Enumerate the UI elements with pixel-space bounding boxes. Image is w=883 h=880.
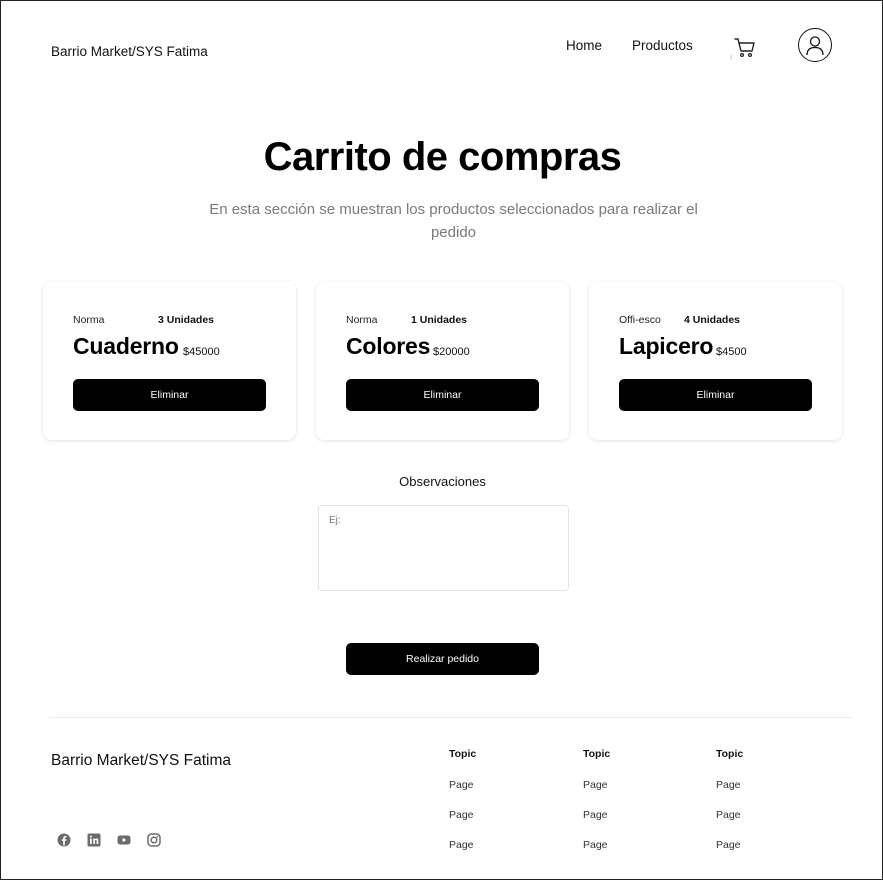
item-price: $20000 <box>433 346 470 358</box>
page-subtitle: En esta sección se muestran los producto… <box>209 201 698 241</box>
footer-topic: Topic <box>716 748 744 760</box>
observations-label: Observaciones <box>399 474 486 489</box>
footer-page-link[interactable]: Page <box>716 809 741 821</box>
footer-brand: Barrio Market/SYS Fatima <box>51 752 232 769</box>
cart-item-card: Offi-esco 4 Unidades Lapicero $4500 Elim… <box>589 282 842 440</box>
page-title: Carrito de compras <box>263 135 622 179</box>
item-price: $4500 <box>716 346 747 358</box>
footer-page-link[interactable]: Page <box>716 779 741 791</box>
footer-page-link[interactable]: Page <box>449 839 474 851</box>
observations-input[interactable] <box>318 505 569 591</box>
footer-page-link[interactable]: Page <box>583 779 608 791</box>
instagram-icon[interactable] <box>146 832 162 848</box>
cart-item-card: Norma 3 Unidades Cuaderno $45000 Elimina… <box>43 282 296 440</box>
delete-item-button[interactable]: Eliminar <box>346 379 539 411</box>
item-units: 3 Unidades <box>158 314 215 326</box>
item-name: Cuaderno <box>73 333 179 359</box>
item-name: Lapicero <box>619 333 714 359</box>
footer-divider <box>49 717 852 718</box>
footer-topic: Topic <box>583 748 611 760</box>
item-name: Colores <box>346 333 431 359</box>
facebook-icon[interactable] <box>56 832 72 848</box>
item-units: 4 Unidades <box>684 314 741 326</box>
footer-page-link[interactable]: Page <box>716 839 741 851</box>
footer-page-link[interactable]: Page <box>583 839 608 851</box>
item-units: 1 Unidades <box>411 314 468 326</box>
item-brand: Norma <box>73 314 105 326</box>
cart-item-card: Norma 1 Unidades Colores $20000 Eliminar <box>316 282 569 440</box>
nav-home-link[interactable]: Home <box>566 38 602 53</box>
delete-item-button[interactable]: Eliminar <box>73 379 266 411</box>
item-price: $45000 <box>183 346 220 358</box>
footer-page-link[interactable]: Page <box>583 809 608 821</box>
delete-item-button[interactable]: Eliminar <box>619 379 812 411</box>
linkedin-icon[interactable] <box>86 832 102 848</box>
footer-page-link[interactable]: Page <box>449 809 474 821</box>
youtube-icon[interactable] <box>116 832 132 848</box>
site-brand[interactable]: Barrio Market/SYS Fatima <box>51 44 208 59</box>
footer-topic: Topic <box>449 748 477 760</box>
item-brand: Norma <box>346 314 378 326</box>
footer-page-link[interactable]: Page <box>449 779 474 791</box>
user-avatar-icon[interactable] <box>798 28 832 62</box>
nav-productos-link[interactable]: Productos <box>632 38 693 53</box>
item-brand: Offi-esco <box>619 314 661 326</box>
cart-icon[interactable] <box>730 33 758 61</box>
place-order-button[interactable]: Realizar pedido <box>346 643 539 675</box>
